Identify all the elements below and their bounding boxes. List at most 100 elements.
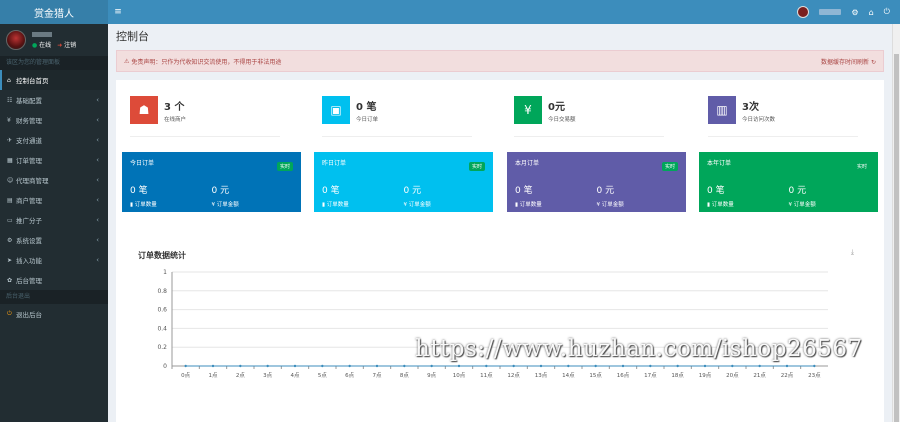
card-count-label: ▮ 订单数量 (322, 202, 349, 208)
sidebar-item[interactable]: ✈ 支付通道 ‹ (0, 130, 108, 150)
sidebar: ● 在线 ➜ 注销 该区为您的管理面板 ⌂ 控制台首页 ☷ 基础配置 ‹ ¥ 财务管理 ‹ ✈ 支… (0, 24, 108, 422)
x-tick-label: 19点 (699, 372, 712, 379)
download-icon[interactable]: ⤓ (851, 248, 854, 257)
data-point (758, 364, 761, 368)
chevron-left-icon: ‹ (96, 116, 99, 124)
refresh-icon: ↻ (870, 58, 876, 66)
x-tick-label: 22点 (781, 372, 794, 379)
logout-link[interactable]: ➜ 注销 (57, 40, 76, 49)
x-tick-label: 15点 (589, 372, 602, 379)
x-tick-label: 10点 (453, 372, 466, 379)
sidebar-item[interactable]: ⚙ 系统设置 ‹ (0, 230, 108, 250)
y-tick-label: 1 (163, 269, 167, 276)
card-amount: 0 元 (788, 186, 807, 196)
app-logo[interactable]: 赏金猎人 (0, 0, 108, 24)
data-point (567, 364, 570, 368)
x-tick-label: 17点 (644, 372, 657, 379)
power-icon[interactable]: ⏻ (884, 7, 890, 17)
sidebar-item[interactable]: ➤ 插入功能 ‹ (0, 250, 108, 270)
gear-icon[interactable]: ⚙ (851, 8, 858, 17)
menu-icon: ➤ (7, 256, 13, 264)
scrollbar[interactable] (892, 24, 900, 422)
menu-icon: ▭ (7, 216, 13, 224)
order-summary-card: 本年订单 实时 0 笔 0 元 ▮ 订单数量 ¥ 订单金额 (699, 152, 878, 212)
stat-divider (130, 136, 280, 137)
data-point (239, 364, 242, 368)
data-point (321, 364, 324, 368)
y-tick-label: 0.4 (157, 325, 167, 332)
chevron-left-icon: ‹ (96, 136, 99, 144)
data-point (266, 364, 269, 368)
card-title: 昨日订单 (322, 160, 347, 167)
sidebar-item[interactable]: ¥ 财务管理 ‹ (0, 110, 108, 130)
card-count-label: ▮ 订单数量 (707, 202, 734, 208)
card-title: 本月订单 (515, 160, 540, 167)
sidebar-item-logout[interactable]: ⏻ 退出后台 (0, 304, 108, 324)
card-amount-label: ¥ 订单金额 (403, 202, 431, 208)
menu-icon: ▦ (7, 156, 13, 164)
stat-value: 3 个 (164, 101, 185, 113)
x-tick-label: 0点 (181, 372, 190, 379)
chevron-left-icon: ‹ (96, 236, 99, 244)
sidebar-item[interactable]: ✿ 后台管理 (0, 270, 108, 290)
top-navbar: ≡ ⚙ ⌂ ⏻ (108, 0, 900, 24)
x-tick-label: 23点 (808, 372, 821, 379)
stat-icon: ¥ (514, 96, 542, 124)
x-tick-label: 4点 (291, 372, 300, 379)
order-summary-card: 本月订单 实时 0 笔 0 元 ▮ 订单数量 ¥ 订单金额 (507, 152, 686, 212)
data-point (430, 364, 433, 368)
stat-box: ¥0元 今日交易额 (514, 96, 576, 124)
stat-box: ▥ 3次 今日访问次数 (708, 96, 775, 124)
status-badge: 实时 (661, 162, 678, 171)
refresh-cache-link[interactable]: 数据缓存时间刷新 ↻ (821, 57, 876, 66)
user-name-blurred[interactable] (819, 9, 842, 15)
sidebar-toggle-icon[interactable]: ≡ (108, 7, 128, 17)
stat-value: 3次 (742, 101, 759, 113)
order-summary-card: 昨日订单 实时 0 笔 0 元 ▮ 订单数量 ¥ 订单金额 (314, 152, 493, 212)
data-point (348, 364, 351, 368)
data-point (485, 364, 488, 368)
chevron-left-icon: ‹ (96, 176, 99, 184)
x-tick-label: 11点 (480, 372, 493, 379)
sidebar-item[interactable]: ▦ 订单管理 ‹ (0, 150, 108, 170)
warning-icon: ⚠ (124, 57, 130, 65)
x-tick-label: 2点 (236, 372, 245, 379)
alert-text: 免责声明：只作为代收知识交流使用，不得用于非法用途 (131, 58, 282, 66)
status-badge: 实时 (276, 162, 293, 171)
x-tick-label: 7点 (373, 372, 382, 379)
stat-value: 0 笔 (356, 101, 377, 113)
sidebar-item[interactable]: ☷ 基础配置 ‹ (0, 90, 108, 110)
card-amount-label: ¥ 订单金额 (211, 202, 239, 208)
data-point (457, 364, 461, 368)
y-tick-label: 0.8 (157, 288, 167, 295)
menu-icon: ¥ (7, 116, 11, 124)
card-title: 本年订单 (707, 160, 732, 167)
x-tick-label: 12点 (507, 372, 520, 379)
sidebar-item[interactable]: ☺ 代理商管理 ‹ (0, 170, 108, 190)
stat-icon: ▥ (708, 96, 736, 124)
card-count-label: ▮ 订单数量 (130, 202, 157, 208)
card-amount-label: ¥ 订单金额 (596, 202, 624, 208)
stat-icon: ▣ (322, 96, 350, 124)
user-avatar-small[interactable] (797, 6, 810, 18)
y-tick-label: 0.6 (157, 307, 167, 314)
sidebar-item[interactable]: ⌂ 控制台首页 (0, 70, 108, 90)
data-point (184, 364, 187, 368)
sidebar-section-header: 该区为您的管理面板 (0, 56, 108, 70)
sidebar-item[interactable]: ▭ 推广分子 ‹ (0, 210, 108, 230)
scrollbar-thumb[interactable] (894, 54, 899, 422)
menu-icon: ☺ (7, 176, 14, 184)
card-amount: 0 元 (211, 186, 230, 196)
stat-divider (322, 136, 472, 137)
x-tick-label: 16点 (617, 372, 630, 379)
menu-icon: ⌂ (7, 76, 11, 84)
user-panel: ● 在线 ➜ 注销 (0, 24, 108, 56)
stat-label: 在线商户 (164, 116, 187, 123)
stat-value: 0元 (548, 101, 565, 113)
home-icon[interactable]: ⌂ (869, 8, 874, 17)
card-amount-label: ¥ 订单金额 (788, 202, 816, 208)
card-count: 0 笔 (130, 186, 148, 196)
power-icon: ⏻ (7, 310, 12, 317)
chevron-left-icon: ‹ (96, 156, 99, 164)
sidebar-item[interactable]: ▤ 商户管理 ‹ (0, 190, 108, 210)
